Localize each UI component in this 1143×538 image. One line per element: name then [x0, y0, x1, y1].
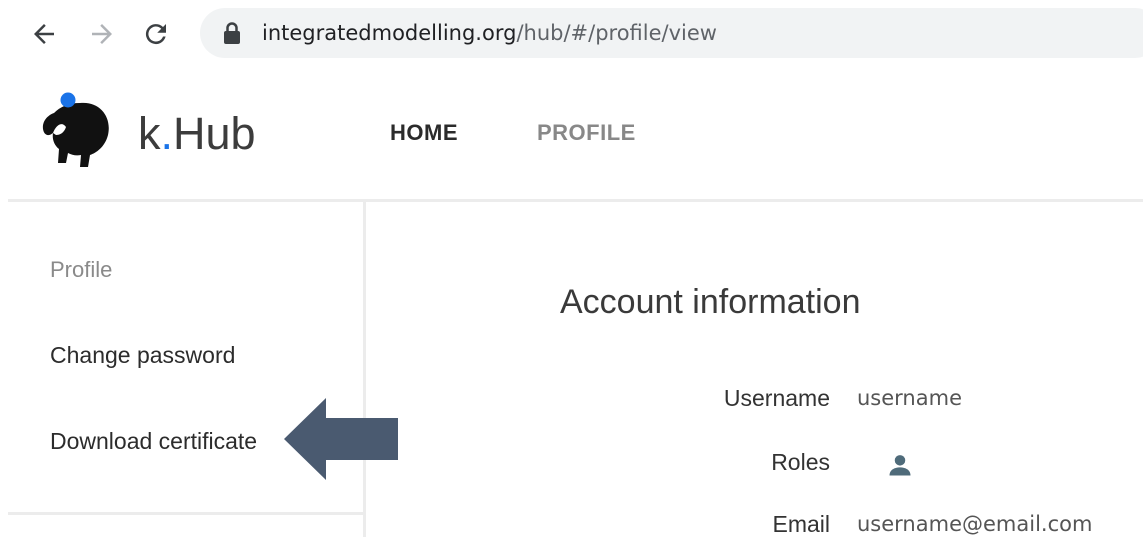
user-icon — [889, 455, 911, 476]
sidebar-item-change-password[interactable]: Change password — [50, 341, 235, 369]
sidebar-item-download-certificate[interactable]: Download certificate — [50, 427, 257, 455]
url-host: integratedmodelling.org — [262, 21, 517, 45]
browser-toolbar: integratedmodelling.org/hub/#/profile/vi… — [0, 0, 1143, 66]
url-text[interactable]: integratedmodelling.org/hub/#/profile/vi… — [262, 20, 717, 46]
brand-prefix: k — [138, 108, 161, 159]
sidebar-divider — [8, 512, 363, 515]
sidebar-item-profile[interactable]: Profile — [50, 256, 112, 284]
arrow-right-icon — [92, 24, 112, 44]
forward-button[interactable] — [82, 14, 122, 54]
address-bar[interactable]: integratedmodelling.org/hub/#/profile/vi… — [200, 8, 1143, 58]
username-label: Username — [723, 385, 830, 411]
reload-button[interactable] — [136, 14, 176, 54]
elephant-logo-icon[interactable] — [36, 89, 116, 169]
page-title: Account information — [560, 283, 861, 321]
arrow-left-icon — [284, 398, 398, 480]
arrow-left-icon — [34, 24, 54, 44]
brand-name: k.Hub — [138, 109, 256, 159]
username-value: username — [857, 386, 962, 410]
brand-suffix: Hub — [173, 108, 256, 159]
tab-profile[interactable]: PROFILE — [537, 120, 636, 146]
brand-dot: . — [160, 108, 174, 159]
lock-icon — [224, 22, 240, 44]
email-label: Email — [772, 511, 830, 537]
roles-label: Roles — [771, 449, 830, 475]
reload-icon — [145, 24, 166, 45]
back-button[interactable] — [24, 14, 64, 54]
sidebar: Profile Change password Download certifi… — [8, 202, 366, 537]
app-header: k.Hub HOME PROFILE — [8, 67, 1143, 202]
email-value: username@email.com — [857, 512, 1093, 536]
url-path: /hub/#/profile/view — [516, 21, 717, 45]
tab-home[interactable]: HOME — [390, 120, 458, 146]
